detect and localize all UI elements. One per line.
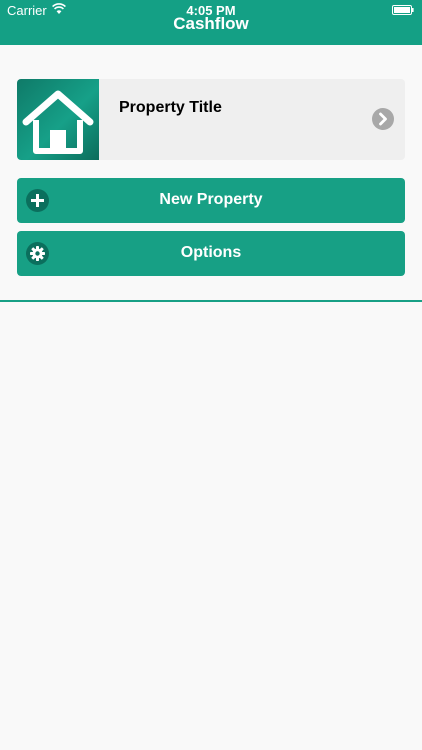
property-title: Property Title — [119, 99, 222, 116]
chevron-right-icon[interactable] — [372, 108, 394, 130]
new-property-label: New Property — [159, 191, 263, 208]
property-card[interactable]: Property Title — [17, 79, 405, 160]
new-property-button[interactable]: New Property — [17, 178, 405, 223]
app-header: Carrier 4:05 PM Cashflow — [0, 0, 422, 45]
options-button[interactable]: Options — [17, 231, 405, 276]
property-thumbnail — [17, 79, 99, 160]
app-title: Cashflow — [173, 14, 249, 33]
section-divider — [0, 300, 422, 302]
options-label: Options — [180, 244, 242, 261]
house-icon — [22, 90, 94, 154]
